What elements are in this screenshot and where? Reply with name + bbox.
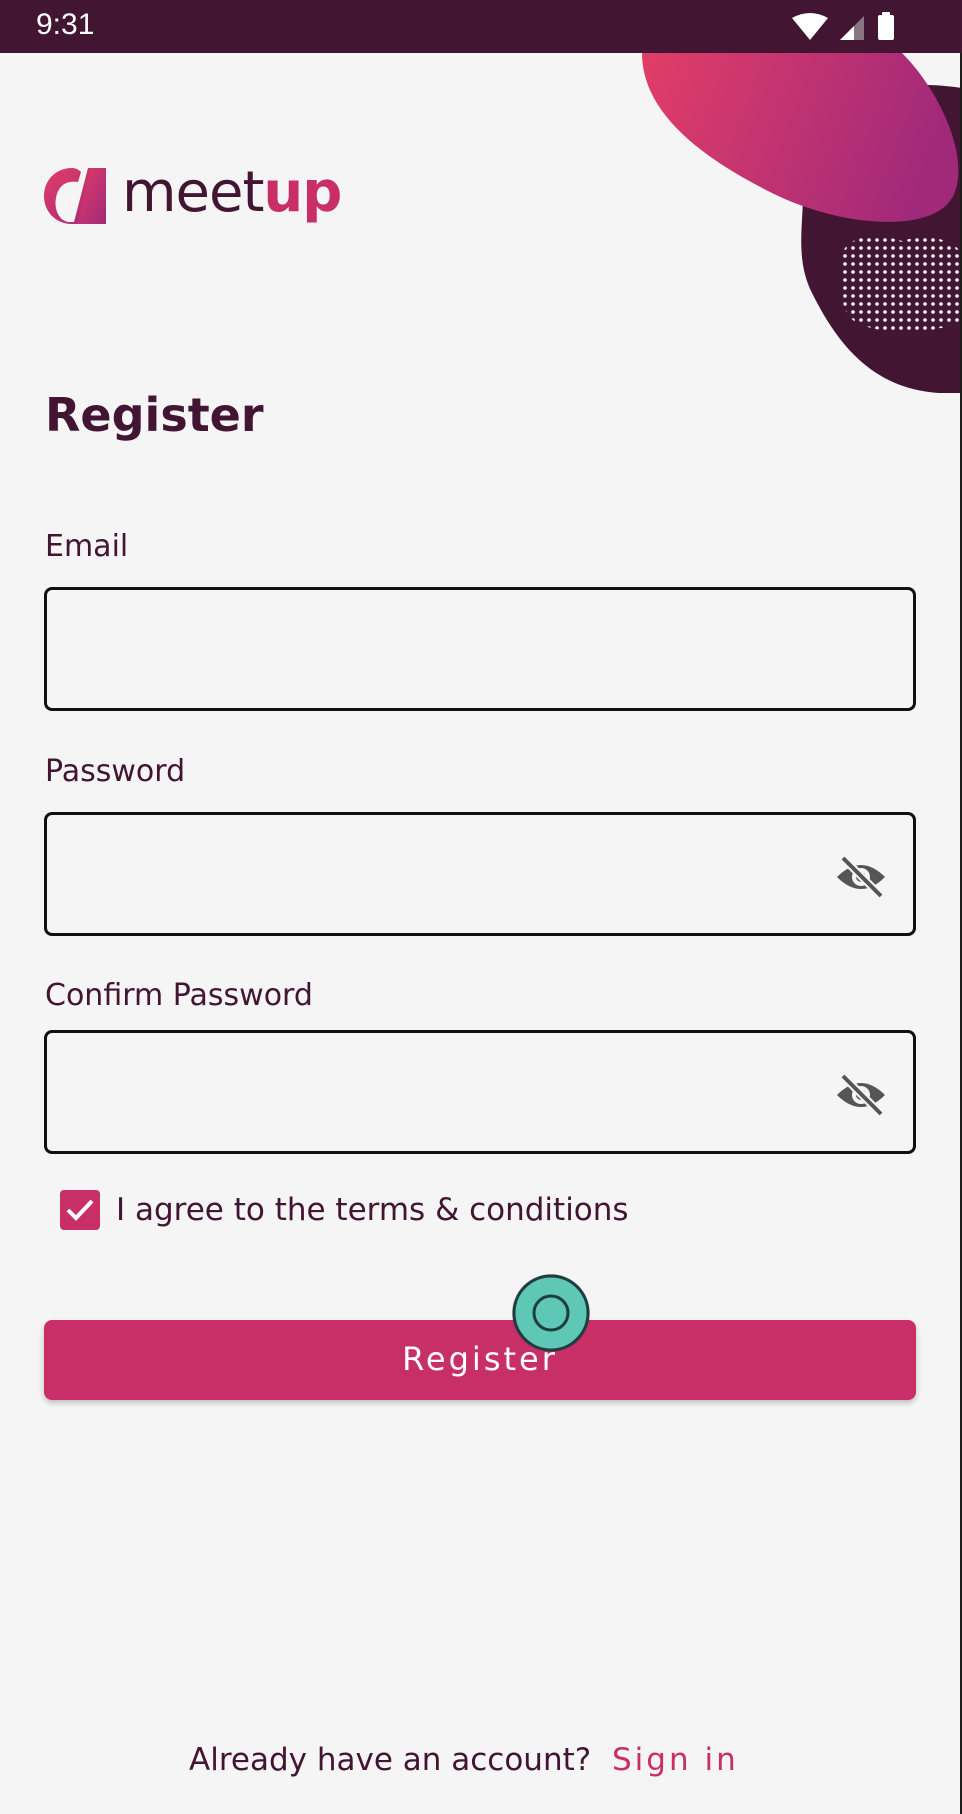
terms-checkbox[interactable] (60, 1190, 100, 1230)
password-input[interactable] (47, 815, 913, 933)
register-screen: 9:31 meetup Register Email Password Conf… (0, 0, 962, 1814)
confirm-password-label: Confirm Password (45, 978, 313, 1013)
password-label: Password (45, 754, 186, 789)
email-label: Email (45, 529, 129, 564)
footer: Already have an account? Sign in (0, 1738, 962, 1786)
decorative-blob (642, 53, 962, 393)
email-input[interactable] (47, 590, 913, 708)
logo-mark-icon (44, 168, 106, 224)
password-field[interactable] (44, 812, 916, 936)
account-prompt: Already have an account? (189, 1742, 592, 1778)
status-bar: 9:31 (0, 0, 962, 53)
confirm-password-input[interactable] (47, 1033, 913, 1151)
confirm-password-field[interactable] (44, 1030, 916, 1154)
eye-off-icon[interactable] (835, 855, 887, 899)
register-button[interactable]: Register (44, 1320, 916, 1400)
page-title: Register (45, 388, 264, 442)
wifi-icon (792, 13, 828, 40)
logo-text-accent: up (263, 160, 342, 225)
register-button-label: Register (402, 1340, 558, 1378)
logo-text-main: meet (122, 160, 264, 225)
cellular-signal-icon (840, 16, 864, 40)
battery-icon (878, 12, 894, 40)
eye-off-icon[interactable] (835, 1073, 887, 1117)
logo-wordmark: meetup (122, 160, 342, 225)
checkmark-icon (66, 1199, 94, 1221)
sign-in-link[interactable]: Sign in (612, 1742, 739, 1778)
email-field[interactable] (44, 587, 916, 711)
status-icons (792, 12, 894, 40)
terms-label[interactable]: I agree to the terms & conditions (116, 1192, 629, 1228)
status-time: 9:31 (36, 8, 95, 41)
